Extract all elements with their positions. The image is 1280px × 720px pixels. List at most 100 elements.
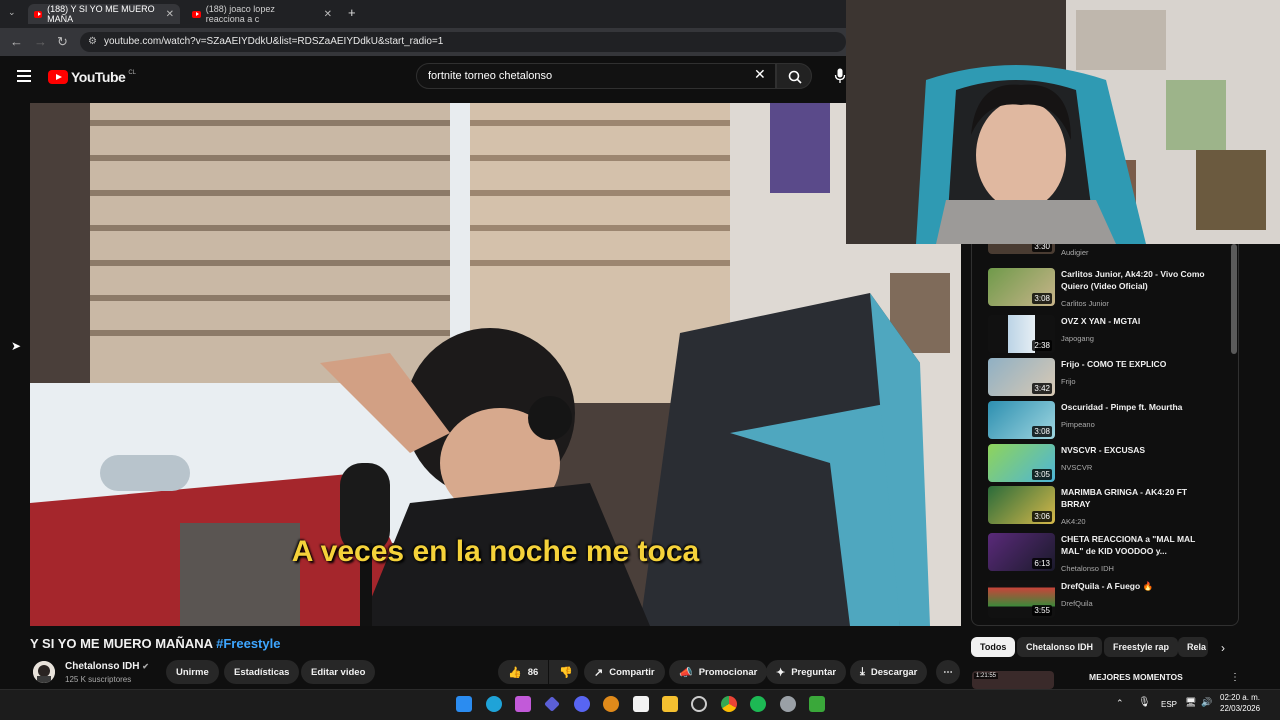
- ask-label: Preguntar: [791, 666, 837, 678]
- chip-freestyle-rap[interactable]: Freestyle rap: [1104, 637, 1179, 657]
- language-indicator[interactable]: ESP: [1161, 700, 1177, 709]
- download-icon: ⤓: [860, 665, 865, 678]
- duration-badge: 3:06: [1032, 511, 1052, 522]
- promote-button[interactable]: 📣 Promocionar: [669, 660, 768, 684]
- new-tab-button[interactable]: +: [348, 5, 356, 20]
- channel-name[interactable]: Chetalonso IDH ✔: [65, 661, 149, 672]
- promote-label: Promocionar: [698, 666, 758, 678]
- country-code: CL: [128, 70, 136, 76]
- forward-icon[interactable]: →: [34, 34, 47, 49]
- youtube-logo[interactable]: YouTube CL: [48, 69, 136, 85]
- playlist-thumbnail: 3:42: [988, 358, 1055, 396]
- browser-tab-active[interactable]: (188) Y SI YO ME MUERO MAÑA ✕: [28, 4, 180, 24]
- hamburger-menu-icon[interactable]: [17, 70, 31, 82]
- tab-title: (188) joaco lopez reacciona a c: [205, 4, 275, 24]
- duration-badge: 6:13: [1032, 558, 1052, 569]
- playlist-thumbnail: 2:38: [988, 315, 1055, 353]
- back-icon[interactable]: ←: [10, 34, 23, 49]
- settings-icon[interactable]: [780, 696, 796, 712]
- network-icon[interactable]: 🖥: [1185, 697, 1196, 708]
- file-explorer-icon[interactable]: [662, 696, 678, 712]
- clock-date: 22/03/2026: [1220, 704, 1261, 713]
- playlist-item[interactable]: 3:08 Carlitos Junior, Ak4:20 - Vivo Como…: [988, 268, 1228, 308]
- youtube-favicon-icon: [192, 10, 201, 18]
- chip-related[interactable]: Rela: [1178, 637, 1208, 657]
- edit-video-button[interactable]: Editar video: [301, 660, 376, 684]
- playlist-title: OVZ X YAN - MGTAI: [1061, 316, 1141, 326]
- playlist-scrollbar[interactable]: [1231, 244, 1237, 354]
- playlist-item[interactable]: 6:13 CHETA REACCIONA a "MAL MAL MAL" de …: [988, 533, 1228, 573]
- more-vert-icon[interactable]: ⋮: [1230, 672, 1240, 683]
- like-button[interactable]: 👍 86: [498, 660, 548, 684]
- close-tab-icon[interactable]: ✕: [166, 9, 174, 20]
- hashtag-link[interactable]: #Freestyle: [216, 636, 280, 651]
- browser-toolbar: ← → ↻ ⚙ youtube.com/watch?v=SZaAEIYDdkU&…: [0, 28, 846, 56]
- like-count: 86: [527, 666, 539, 678]
- playlist-thumbnail: 6:13: [988, 533, 1055, 571]
- volume-icon[interactable]: 🔊: [1201, 697, 1212, 708]
- playlist-channel: DrefQuila: [1061, 599, 1093, 608]
- share-button[interactable]: ↗ Compartir: [584, 660, 665, 684]
- start-windows-icon[interactable]: [456, 696, 472, 712]
- tray-chevron-icon[interactable]: ⌃: [1116, 698, 1124, 709]
- close-tab-icon[interactable]: ✕: [324, 9, 332, 20]
- playlist-channel: NVSCVR: [1061, 463, 1093, 472]
- chip-todos[interactable]: Todos: [971, 637, 1016, 657]
- playlist-item[interactable]: 3:42 Frijo - COMO TE EXPLICO Frijo: [988, 358, 1228, 398]
- chevron-right-icon[interactable]: ›: [1221, 641, 1225, 655]
- duration-badge: 1:21:55: [974, 673, 999, 679]
- more-actions-button[interactable]: ⋯: [936, 660, 960, 684]
- excel-icon[interactable]: [809, 696, 825, 712]
- site-info-icon[interactable]: ⚙: [88, 36, 97, 47]
- address-bar[interactable]: ⚙ youtube.com/watch?v=SZaAEIYDdkU&list=R…: [80, 32, 846, 52]
- fl-studio-icon[interactable]: [603, 696, 619, 712]
- tab-list-chevron-icon[interactable]: ⌄: [8, 7, 16, 18]
- document-icon[interactable]: [633, 696, 649, 712]
- playlist-title: MARIMBA GRINGA - AK4:20 FT BRRAY: [1061, 487, 1188, 509]
- microphone-tray-icon[interactable]: 🎙: [1138, 697, 1151, 708]
- playlist-title: Oscuridad - Pimpe ft. Mourtha: [1061, 402, 1183, 412]
- playlist-item[interactable]: 3:05 NVSCVR - EXCUSAS NVSCVR: [988, 444, 1228, 484]
- search-input[interactable]: fortnite torneo chetalonso: [416, 63, 776, 89]
- playlist-channel: Audigier: [1061, 248, 1089, 257]
- reload-icon[interactable]: ↻: [57, 34, 68, 50]
- chrome-icon[interactable]: [721, 696, 737, 712]
- spotify-icon[interactable]: [750, 696, 766, 712]
- playlist-thumbnail: 3:05: [988, 444, 1055, 482]
- edge-browser-icon[interactable]: [486, 696, 502, 712]
- search-icon: [788, 70, 802, 84]
- sparkle-icon: ✦: [776, 666, 786, 679]
- playlist-item[interactable]: 3:06 MARIMBA GRINGA - AK4:20 FT BRRAY AK…: [988, 486, 1228, 526]
- playlist-panel: 3:30 Audigier 3:08 Carlitos Junior, Ak4:…: [971, 244, 1239, 626]
- thumbs-down-icon: 👎: [559, 666, 573, 679]
- subscriber-count: 125 K suscriptores: [65, 675, 132, 684]
- playlist-channel: AK4:20: [1061, 517, 1086, 526]
- browser-tab[interactable]: (188) joaco lopez reacciona a c ✕: [186, 4, 338, 24]
- duration-badge: 3:08: [1032, 426, 1052, 437]
- ask-button[interactable]: ✦ Preguntar: [766, 660, 847, 684]
- stats-button[interactable]: Estadísticas: [224, 660, 300, 684]
- megaphone-icon: 📣: [679, 666, 693, 679]
- avatar-image: [33, 661, 55, 683]
- playlist-thumbnail: 3:08: [988, 401, 1055, 439]
- more-icon: ⋯: [943, 666, 953, 678]
- copilot-icon[interactable]: [515, 696, 531, 712]
- playlist-title: DrefQuila - A Fuego 🔥: [1061, 581, 1154, 591]
- playlist-item[interactable]: 3:08 Oscuridad - Pimpe ft. Mourtha Pimpe…: [988, 401, 1228, 441]
- join-button[interactable]: Unirme: [166, 660, 219, 684]
- playlist-item[interactable]: 2:38 OVZ X YAN - MGTAI Japogang: [988, 315, 1228, 355]
- download-button[interactable]: ⤓ Descargar: [850, 660, 928, 684]
- channel-avatar[interactable]: [33, 661, 55, 683]
- duration-badge: 3:05: [1032, 469, 1052, 480]
- clear-search-icon[interactable]: ✕: [754, 66, 766, 83]
- next-video-thumbnail[interactable]: 1:21:55: [972, 671, 1054, 689]
- search-button[interactable]: [776, 63, 812, 89]
- obs-icon[interactable]: [691, 696, 707, 712]
- system-clock[interactable]: 02:20 a. m. 22/03/2026: [1220, 692, 1260, 714]
- playlist-item[interactable]: 3:55 DrefQuila - A Fuego 🔥 DrefQuila: [988, 580, 1228, 620]
- chip-channel[interactable]: Chetalonso IDH: [1017, 637, 1103, 657]
- discord-icon[interactable]: [574, 696, 590, 712]
- duration-badge: 2:38: [1032, 340, 1052, 351]
- duration-badge: 3:55: [1032, 605, 1052, 616]
- dislike-button[interactable]: 👎: [549, 660, 578, 684]
